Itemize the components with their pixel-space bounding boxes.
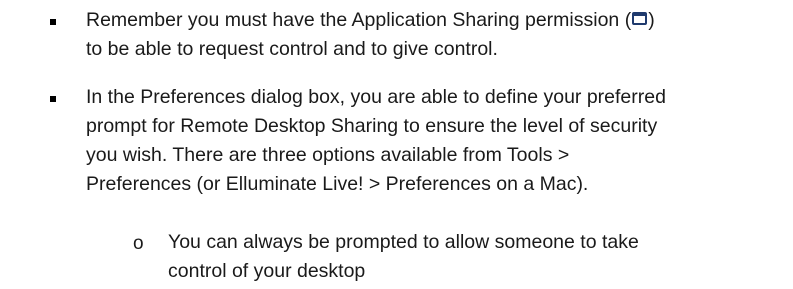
bullet-text: Remember you must have the Application S… bbox=[86, 6, 776, 64]
bullet-line: In the Preferences dialog box, you are a… bbox=[86, 86, 666, 108]
square-bullet-icon bbox=[50, 96, 56, 102]
circle-bullet-marker: o bbox=[133, 233, 144, 254]
sub-bullet-line: You can always be prompted to allow some… bbox=[168, 231, 639, 253]
bullet-line: you wish. There are three options availa… bbox=[86, 144, 570, 166]
text-segment: ) bbox=[648, 9, 655, 31]
document-page: Remember you must have the Application S… bbox=[0, 0, 793, 289]
bullet-line: Preferences (or Elluminate Live! > Prefe… bbox=[86, 173, 589, 195]
bullet-line: prompt for Remote Desktop Sharing to ens… bbox=[86, 115, 658, 137]
square-bullet-icon bbox=[50, 19, 56, 25]
text-segment: Remember you must have the Application S… bbox=[86, 9, 632, 31]
sub-bullet-line: control of your desktop bbox=[168, 260, 366, 282]
application-sharing-icon bbox=[632, 12, 648, 25]
bullet-text: In the Preferences dialog box, you are a… bbox=[86, 83, 776, 199]
bullet-line: Remember you must have the Application S… bbox=[86, 6, 776, 35]
bullet-line: to be able to request control and to giv… bbox=[86, 38, 498, 60]
sub-bullet-text: You can always be prompted to allow some… bbox=[168, 228, 768, 286]
